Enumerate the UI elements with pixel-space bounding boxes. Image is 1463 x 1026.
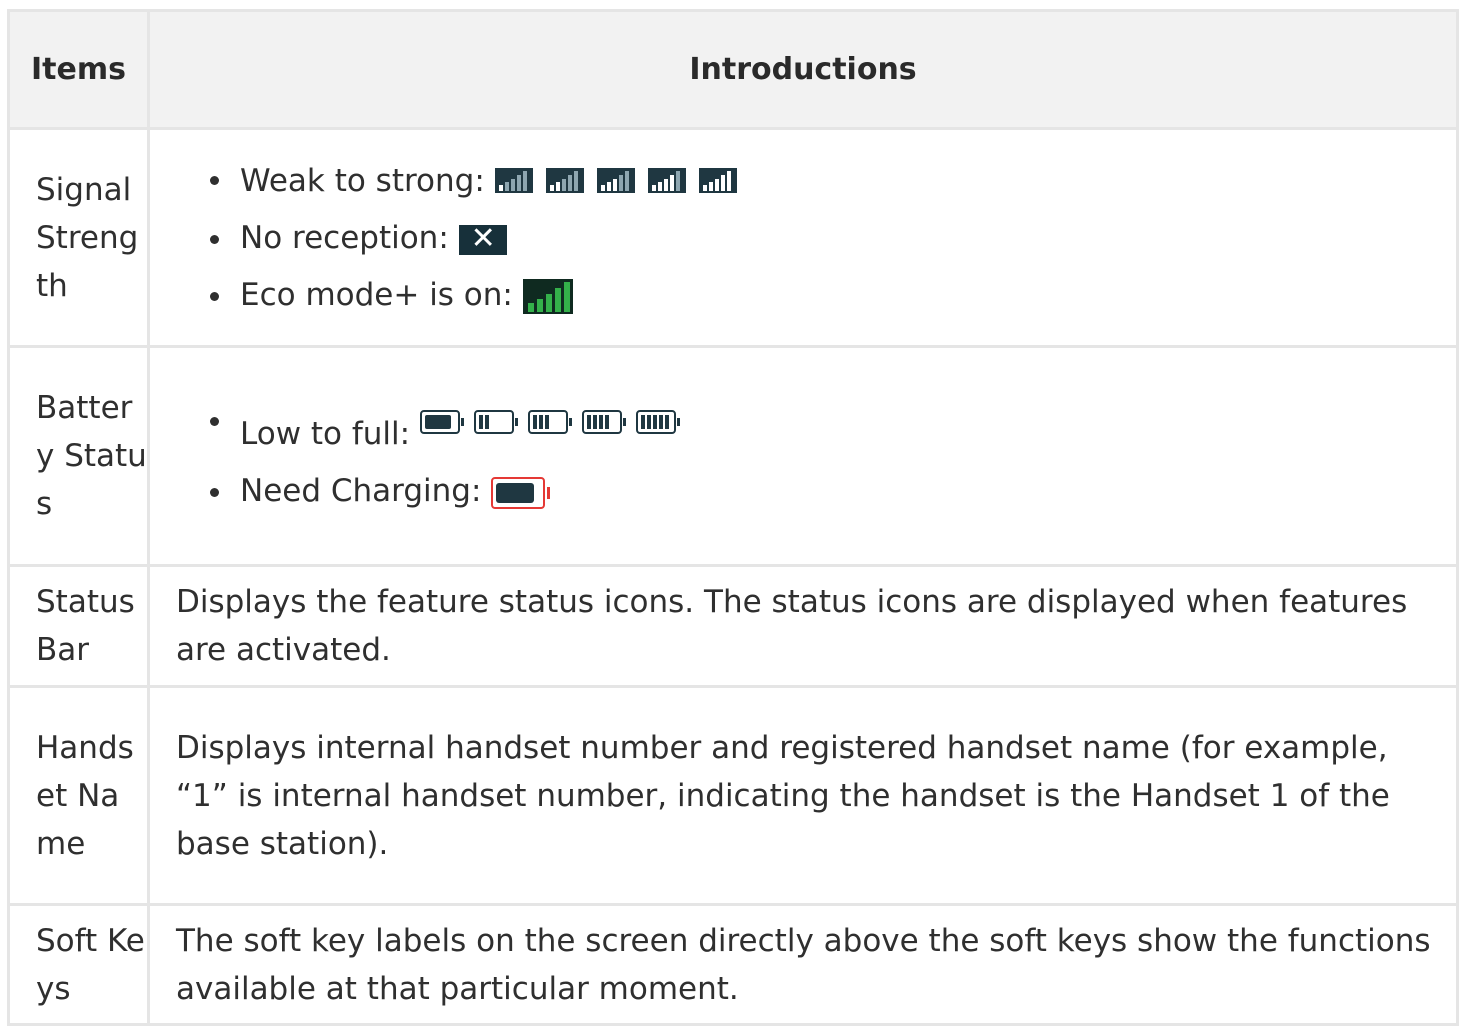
bullet-text: Eco mode+ is on:	[240, 277, 513, 313]
signal-level-5-icon	[698, 168, 737, 193]
table-row-signal: Signal Strength Weak to strong: No recep…	[7, 127, 1459, 348]
intro-battery: Low to full: Need Charging:	[147, 345, 1459, 567]
bullet-text: Need Charging:	[240, 473, 482, 509]
signal-levels-group	[494, 151, 750, 208]
item-status-bar: Status Bar	[7, 564, 150, 688]
item-signal-strength: Signal Strength	[7, 127, 150, 348]
bullet-text: No reception:	[240, 220, 449, 256]
item-battery-status: Battery Status	[7, 345, 150, 567]
battery-need-charging-icon	[491, 476, 551, 509]
battery-level-3-icon	[581, 409, 626, 434]
table-row-battery: Battery Status Low to full: Need Chargin…	[7, 345, 1459, 567]
header-items: Items	[7, 9, 150, 130]
intro-handset-name: Displays internal handset number and reg…	[147, 685, 1459, 906]
list-item: Eco mode+ is on:	[210, 267, 1436, 324]
header-row: Items Introductions	[7, 9, 1459, 130]
intro-status-bar: Displays the feature status icons. The s…	[147, 564, 1459, 688]
bullet-text: Low to full:	[240, 416, 411, 452]
header-introductions: Introductions	[147, 9, 1459, 130]
battery-bullet-list: Low to full: Need Charging:	[176, 392, 1436, 520]
signal-bullet-list: Weak to strong: No reception: ✕ Eco mode…	[176, 151, 1436, 324]
signal-level-3-icon	[596, 168, 635, 193]
battery-level-0-icon	[419, 409, 464, 434]
eco-mode-signal-icon	[522, 279, 573, 314]
battery-level-4-icon	[635, 409, 680, 434]
signal-level-1-icon	[494, 168, 533, 193]
intro-signal: Weak to strong: No reception: ✕ Eco mode…	[147, 127, 1459, 348]
battery-level-1-icon	[473, 409, 518, 434]
list-item: No reception: ✕	[210, 210, 1436, 267]
status-icons-table: Items Introductions Signal Strength Weak…	[7, 9, 1459, 1026]
item-soft-keys: Soft Keys	[7, 903, 150, 1026]
signal-level-4-icon	[647, 168, 686, 193]
no-reception-icon: ✕	[458, 221, 507, 255]
battery-levels-group	[419, 392, 690, 449]
table-row-handset-name: Handset Name Displays internal handset n…	[7, 685, 1459, 906]
table-row-status-bar: Status Bar Displays the feature status i…	[7, 564, 1459, 688]
table-row-soft-keys: Soft Keys The soft key labels on the scr…	[7, 903, 1459, 1026]
battery-level-2-icon	[527, 409, 572, 434]
signal-level-2-icon	[545, 168, 584, 193]
list-item: Weak to strong:	[210, 151, 1436, 210]
list-item: Low to full:	[210, 392, 1436, 463]
list-item: Need Charging:	[210, 463, 1436, 520]
intro-soft-keys: The soft key labels on the screen direct…	[147, 903, 1459, 1026]
bullet-text: Weak to strong:	[240, 163, 485, 199]
item-handset-name: Handset Name	[7, 685, 150, 906]
